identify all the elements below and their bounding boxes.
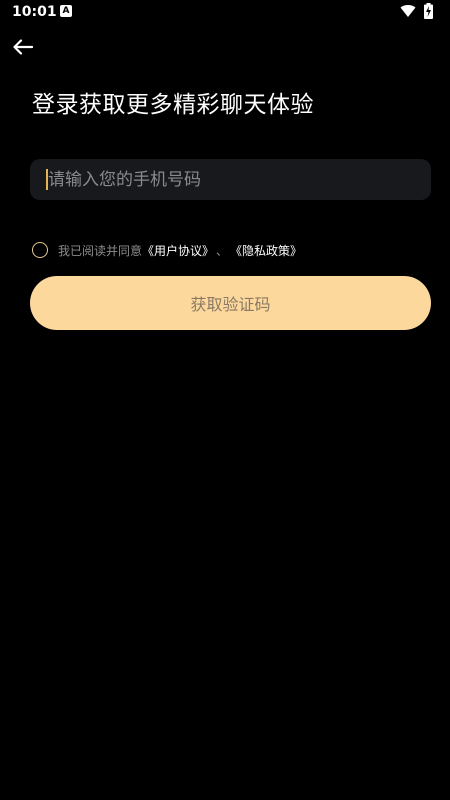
status-time: 10:01 (12, 4, 57, 20)
back-button[interactable] (10, 36, 36, 58)
notification-app-icon: A (60, 5, 72, 17)
agreement-prefix: 我已阅读并同意 (58, 243, 143, 258)
status-bar: 10:01 A (0, 0, 450, 24)
get-code-button[interactable]: 获取验证码 (30, 276, 431, 330)
agreement-checkbox[interactable] (32, 242, 48, 258)
agreement-separator: 、 (216, 243, 229, 258)
wifi-icon (400, 5, 416, 18)
get-code-label: 获取验证码 (190, 295, 271, 314)
battery-charging-icon (424, 3, 433, 19)
page-title: 登录获取更多精彩聊天体验 (32, 92, 314, 118)
privacy-policy-link[interactable]: 《隐私政策》 (230, 242, 302, 259)
arrow-left-icon (13, 39, 33, 55)
user-agreement-link[interactable]: 《用户协议》 (142, 242, 214, 259)
phone-input[interactable] (48, 159, 418, 200)
agreement-row: 我已阅读并同意 《用户协议》 、 《隐私政策》 (32, 240, 302, 260)
phone-field[interactable] (30, 159, 431, 200)
